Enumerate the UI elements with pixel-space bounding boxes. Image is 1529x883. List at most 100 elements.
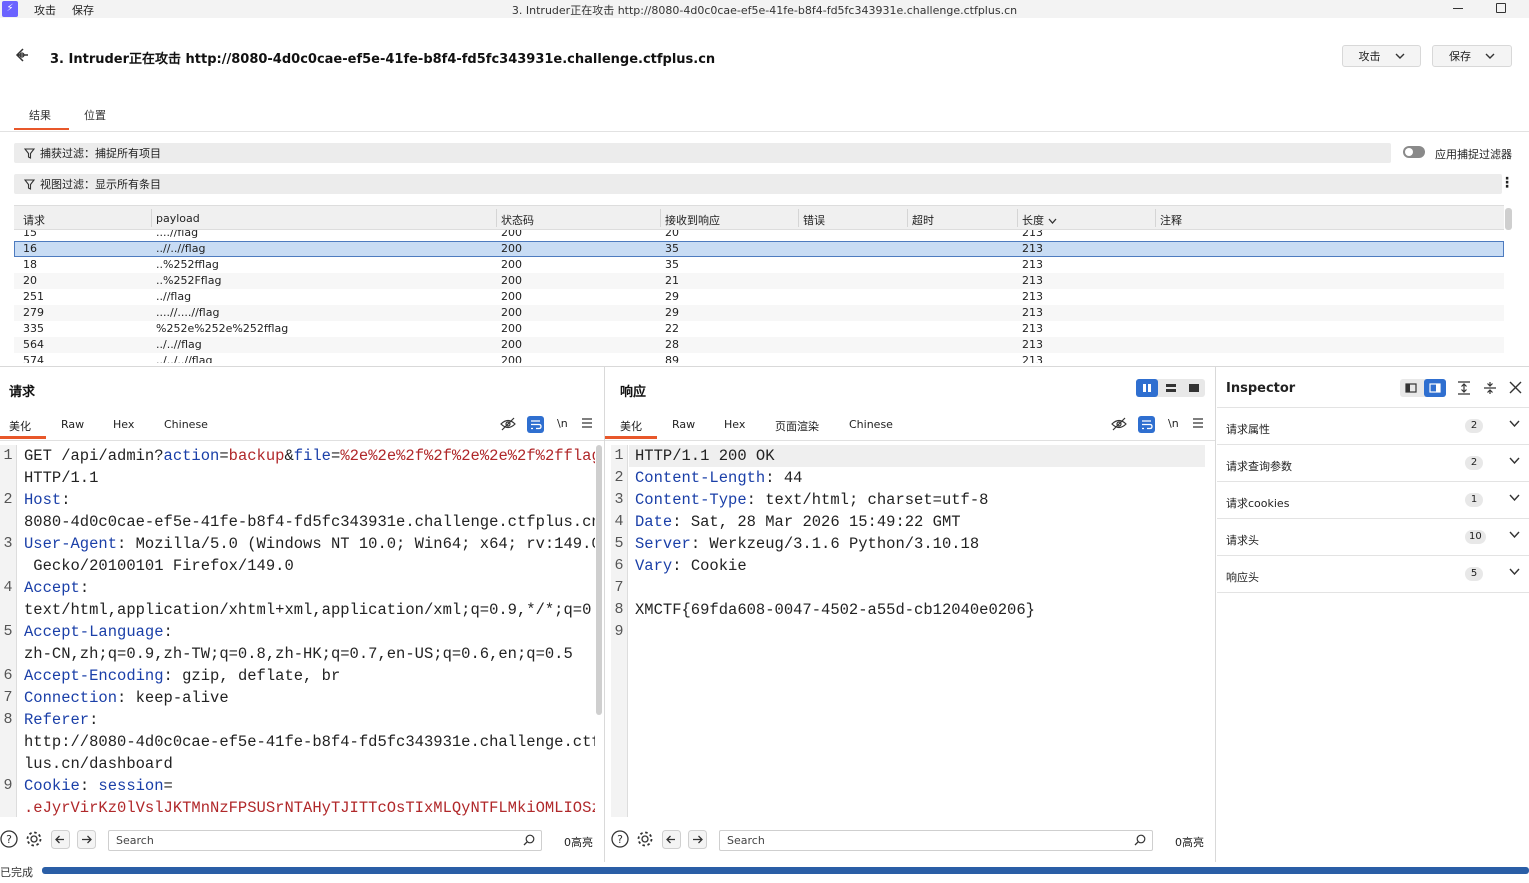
- maximize-icon[interactable]: [1496, 3, 1506, 13]
- request-search-input[interactable]: Search: [108, 830, 542, 851]
- table-row[interactable]: 335 %252e%252e%252fflag 200 22 213: [14, 321, 1504, 337]
- table-scrollbar[interactable]: [1505, 208, 1512, 230]
- header-key: Accept-Encoding: [24, 667, 164, 685]
- request-editor[interactable]: 1 GET /api/admin?action=backup&file=%2e%2…: [0, 445, 595, 817]
- response-tab-pretty[interactable]: 美化: [620, 418, 642, 434]
- column-separator[interactable]: [1155, 209, 1156, 227]
- settings-gear-icon[interactable]: [636, 830, 654, 851]
- close-icon[interactable]: [1509, 381, 1522, 397]
- table-row[interactable]: 574 ../../..//flag 200 89 213: [14, 353, 1504, 363]
- column-header-received[interactable]: 接收到响应: [665, 212, 720, 228]
- previous-match-icon[interactable]: [662, 830, 681, 852]
- table-cell-status: 200: [501, 306, 522, 319]
- expand-all-icon[interactable]: [1457, 381, 1471, 398]
- table-row[interactable]: 279 ....//....//flag 200 29 213: [14, 305, 1504, 321]
- request-tab-pretty[interactable]: 美化: [9, 418, 31, 434]
- column-header-length-label: 长度: [1022, 214, 1044, 227]
- line-number: 2: [614, 469, 624, 486]
- search-icon[interactable]: [1134, 834, 1146, 849]
- menu-icon[interactable]: [581, 417, 593, 432]
- capture-filter-bar[interactable]: 捕获过滤：捕捉所有项目: [14, 143, 1391, 163]
- column-separator[interactable]: [660, 209, 661, 227]
- column-separator[interactable]: [1017, 209, 1018, 227]
- response-tab-chinese[interactable]: Chinese: [849, 418, 893, 431]
- table-body: 15 ....//flag 200 20 213 16 ..//..//flag 200 35 2…: [14, 230, 1504, 363]
- back-icon[interactable]: [14, 47, 30, 63]
- layout-vertical-icon[interactable]: [1160, 379, 1182, 397]
- column-separator[interactable]: [496, 209, 497, 227]
- table-row[interactable]: 564 ../..//flag 200 28 213: [14, 337, 1504, 353]
- attack-button[interactable]: 攻击: [1342, 45, 1421, 67]
- newline-icon[interactable]: \n: [557, 417, 568, 430]
- inspector-section[interactable]: 请求属性 2: [1217, 408, 1529, 445]
- inspector-section[interactable]: 请求cookies 1: [1217, 482, 1529, 519]
- request-tab-raw[interactable]: Raw: [61, 418, 84, 431]
- table-row[interactable]: 18 ..%252fflag 200 35 213: [14, 257, 1504, 273]
- column-header-comment[interactable]: 注释: [1160, 212, 1182, 228]
- request-tab-chinese[interactable]: Chinese: [164, 418, 208, 431]
- hide-non-printable-icon[interactable]: [1111, 417, 1127, 434]
- search-icon[interactable]: [523, 834, 535, 849]
- table-row[interactable]: 251 ..//flag 200 29 213: [14, 289, 1504, 305]
- table-cell-request: 18: [23, 258, 37, 271]
- menu-icon[interactable]: [1192, 417, 1204, 432]
- pane-divider[interactable]: [1215, 367, 1216, 862]
- response-search-input[interactable]: Search: [719, 830, 1153, 851]
- request-pane-title: 请求: [9, 385, 36, 400]
- previous-match-icon[interactable]: [51, 830, 70, 852]
- response-tab-raw[interactable]: Raw: [672, 418, 695, 431]
- table-row[interactable]: 16 ..//..//flag 200 35 213: [14, 241, 1504, 257]
- more-options-icon[interactable]: ⋮: [1500, 175, 1514, 191]
- layout-tabs-icon[interactable]: [1183, 379, 1205, 397]
- column-header-length[interactable]: 长度: [1022, 212, 1057, 228]
- table-cell-status: 200: [501, 354, 522, 363]
- next-match-icon[interactable]: [688, 830, 707, 852]
- column-header-timeout[interactable]: 超时: [912, 212, 934, 228]
- inspector-section[interactable]: 请求查询参数 2: [1217, 445, 1529, 482]
- column-header-payload[interactable]: payload: [156, 212, 200, 225]
- inspector-section[interactable]: 请求头 10: [1217, 519, 1529, 556]
- column-separator[interactable]: [907, 209, 908, 227]
- table-row[interactable]: 15 ....//flag 200 20 213: [14, 230, 1504, 241]
- inspector-layout-right-icon[interactable]: [1424, 379, 1446, 397]
- layout-side-by-side-icon[interactable]: [1136, 379, 1158, 397]
- header-key: Content-Length: [635, 469, 766, 487]
- table-cell-length: 213: [1022, 322, 1043, 335]
- request-scrollbar[interactable]: [596, 445, 602, 715]
- settings-gear-icon[interactable]: [25, 830, 43, 851]
- wrap-lines-icon[interactable]: [1138, 416, 1155, 436]
- tab-positions[interactable]: 位置: [84, 107, 106, 123]
- help-icon[interactable]: ?: [611, 830, 629, 851]
- collapse-all-icon[interactable]: [1483, 381, 1497, 398]
- response-tab-render[interactable]: 页面渲染: [775, 418, 819, 434]
- inspector-layout-left-icon[interactable]: [1400, 379, 1422, 397]
- line-number: 6: [3, 667, 13, 684]
- save-button[interactable]: 保存: [1432, 45, 1512, 67]
- response-tab-hex[interactable]: Hex: [724, 418, 745, 431]
- table-cell-status: 200: [501, 290, 522, 303]
- request-tab-hex[interactable]: Hex: [113, 418, 134, 431]
- column-header-error[interactable]: 错误: [803, 212, 825, 228]
- next-match-icon[interactable]: [77, 830, 96, 852]
- column-separator[interactable]: [798, 209, 799, 227]
- inspector-section-label: 请求头: [1226, 534, 1259, 547]
- response-editor[interactable]: 1 HTTP/1.1 200 OK 2 Content-Length: 44 3 Cont…: [611, 445, 1209, 817]
- wrap-lines-icon[interactable]: [527, 416, 544, 436]
- help-icon[interactable]: ?: [0, 830, 18, 851]
- save-button-label: 保存: [1449, 50, 1471, 63]
- view-filter-bar[interactable]: 视图过滤：显示所有条目: [14, 174, 1502, 194]
- inspector-section[interactable]: 响应头 5: [1217, 556, 1529, 593]
- column-separator[interactable]: [151, 209, 152, 227]
- hide-non-printable-icon[interactable]: [500, 417, 516, 434]
- table-row[interactable]: 20 ..%252Fflag 200 21 213: [14, 273, 1504, 289]
- minimize-icon[interactable]: [1453, 8, 1463, 9]
- pane-divider[interactable]: [604, 367, 605, 862]
- svg-text:?: ?: [617, 833, 623, 846]
- table-cell-request: 574: [23, 354, 44, 363]
- tab-results[interactable]: 结果: [29, 107, 51, 123]
- table-cell-request: 335: [23, 322, 44, 335]
- column-header-status[interactable]: 状态码: [501, 212, 534, 228]
- column-header-request[interactable]: 请求: [23, 212, 45, 228]
- line-number: 5: [3, 623, 13, 640]
- newline-icon[interactable]: \n: [1168, 417, 1179, 430]
